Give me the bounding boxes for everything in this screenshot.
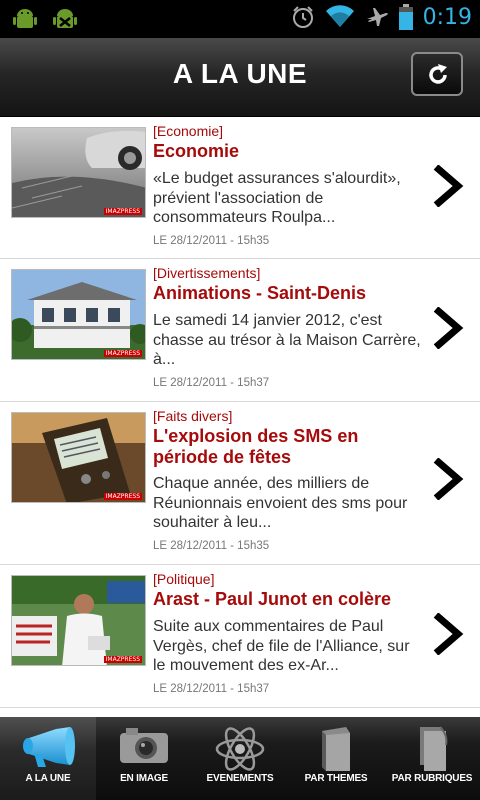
image-credit-badge: IMAZPRESS bbox=[103, 656, 142, 663]
battery-icon bbox=[398, 4, 413, 30]
article-thumbnail: IMAZPRESS bbox=[11, 412, 146, 503]
article-item[interactable]: IMAZPRESS [Divertissements] Animations -… bbox=[0, 259, 480, 402]
image-credit-badge: IMAZPRESS bbox=[103, 208, 142, 215]
page-title: A LA UNE bbox=[172, 58, 308, 89]
chevron-right-icon[interactable] bbox=[432, 307, 464, 349]
bottom-tab-bar: A LA UNE EN IMAGE EVENEMENTS PAR THEMES bbox=[0, 717, 480, 800]
article-summary: Le samedi 14 janvier 2012, c'est chasse … bbox=[153, 312, 421, 368]
android-debug-icon bbox=[13, 9, 37, 28]
chevron-right-icon[interactable] bbox=[432, 613, 464, 655]
article-thumbnail: IMAZPRESS bbox=[11, 127, 146, 218]
article-summary: «Le budget assurances s'alourdit», prévi… bbox=[153, 170, 401, 226]
article-thumbnail: IMAZPRESS bbox=[11, 269, 146, 360]
document-icon bbox=[420, 726, 448, 771]
article-category: [Economie] bbox=[153, 123, 224, 139]
refresh-icon bbox=[429, 64, 447, 84]
tab-en-image[interactable]: EN IMAGE bbox=[96, 717, 192, 800]
article-title[interactable]: L'explosion des SMS en période de fêtes bbox=[153, 426, 423, 468]
tab-label: A LA UNE bbox=[25, 773, 71, 784]
article-category: [Divertissements] bbox=[153, 265, 261, 281]
app-header: A LA UNE bbox=[0, 38, 480, 117]
article-date: LE 28/12/2011 - 15h37 bbox=[153, 377, 270, 389]
megaphone-icon bbox=[23, 727, 75, 767]
tab-label: PAR THEMES bbox=[304, 773, 368, 784]
atom-icon bbox=[215, 727, 265, 771]
status-bar: 0:19 bbox=[0, 0, 480, 38]
tab-label: EVENEMENTS bbox=[206, 773, 274, 784]
chevron-right-icon[interactable] bbox=[432, 458, 464, 500]
camera-icon bbox=[120, 728, 168, 763]
tab-label: PAR RUBRIQUES bbox=[391, 773, 473, 784]
article-title[interactable]: Animations - Saint-Denis bbox=[153, 283, 423, 304]
wifi-icon bbox=[325, 5, 354, 27]
clock-time: 0:19 bbox=[422, 4, 472, 30]
article-item[interactable]: IMAZPRESS [Faits divers] L'explosion des… bbox=[0, 402, 480, 565]
article-date: LE 28/12/2011 - 15h37 bbox=[153, 683, 270, 695]
article-thumbnail: IMAZPRESS bbox=[11, 575, 146, 666]
tab-par-themes[interactable]: PAR THEMES bbox=[288, 717, 384, 800]
article-title[interactable]: Arast - Paul Junot en colère bbox=[153, 589, 423, 610]
tab-label: EN IMAGE bbox=[120, 773, 168, 784]
article-date: LE 28/12/2011 - 15h35 bbox=[153, 235, 270, 247]
article-summary: Suite aux commentaires de Paul Vergès, c… bbox=[153, 618, 410, 674]
chevron-right-icon[interactable] bbox=[432, 165, 464, 207]
tab-evenements[interactable]: EVENEMENTS bbox=[192, 717, 288, 800]
article-item-partial[interactable] bbox=[0, 708, 480, 717]
alarm-icon bbox=[292, 6, 313, 28]
book-icon bbox=[322, 727, 350, 771]
article-category: [Faits divers] bbox=[153, 408, 233, 424]
image-credit-badge: IMAZPRESS bbox=[103, 350, 142, 357]
article-date: LE 28/12/2011 - 15h35 bbox=[153, 540, 270, 552]
article-list[interactable]: IMAZPRESS [Economie] Economie «Le budget… bbox=[0, 117, 480, 717]
article-item[interactable]: IMAZPRESS [Politique] Arast - Paul Junot… bbox=[0, 565, 480, 708]
tab-a-la-une[interactable]: A LA UNE bbox=[0, 717, 96, 800]
article-summary: Chaque année, des milliers de Réunionnai… bbox=[153, 475, 408, 531]
tab-par-rubriques[interactable]: PAR RUBRIQUES bbox=[384, 717, 480, 800]
article-title[interactable]: Economie bbox=[153, 141, 423, 162]
refresh-button[interactable] bbox=[411, 52, 463, 96]
article-item[interactable]: IMAZPRESS [Economie] Economie «Le budget… bbox=[0, 117, 480, 259]
image-credit-badge: IMAZPRESS bbox=[103, 493, 142, 500]
article-category: [Politique] bbox=[153, 571, 215, 587]
airplane-mode-icon bbox=[366, 8, 388, 26]
usb-debug-icon bbox=[53, 9, 77, 28]
